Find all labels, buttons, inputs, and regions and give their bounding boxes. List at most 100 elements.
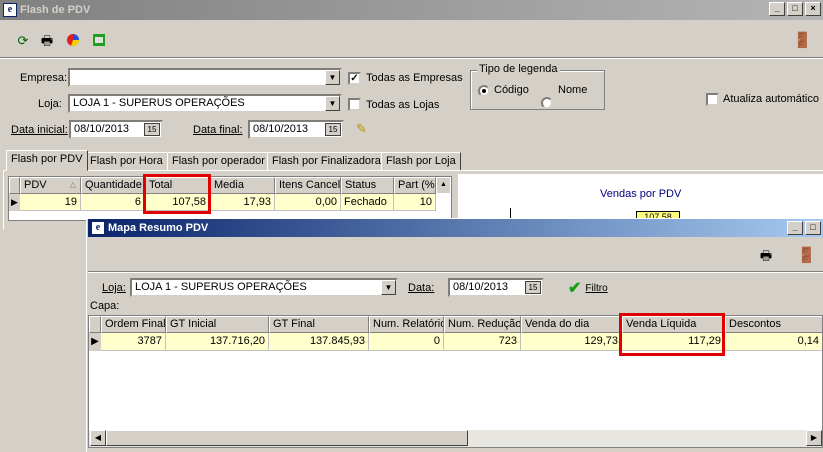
legend-codigo-radio[interactable] [478, 85, 490, 97]
grid-header-media[interactable]: Media [210, 177, 275, 194]
chart-icon[interactable] [64, 32, 82, 50]
grid-header-venda-liquida[interactable]: Venda Líquida [622, 316, 725, 333]
row-pointer-icon: ▶ [9, 194, 20, 211]
scroll-thumb[interactable] [106, 430, 468, 446]
filtro-button[interactable]: ✔ Filtro [568, 278, 608, 298]
loja-label: Loja: [38, 98, 62, 110]
data-inicial-field[interactable]: 08/10/2013 15 [69, 120, 163, 139]
table-cell[interactable]: 10 [394, 194, 436, 211]
grid-header-num-relatorio[interactable]: Num. Relatório [369, 316, 444, 333]
calendar-icon[interactable]: 15 [325, 123, 341, 136]
dialog-loja-combo[interactable]: LOJA 1 - SUPERUS OPERAÇÕES ▼ [130, 278, 398, 297]
tab-flash-por-hora[interactable]: Flash por Hora [85, 152, 168, 171]
table-cell[interactable]: 137.716,20 [166, 333, 269, 351]
grid-header-gt-inicial[interactable]: GT Inicial [166, 316, 269, 333]
data-final-value: 08/10/2013 [253, 123, 309, 135]
table-cell[interactable]: 107,58 [145, 194, 210, 211]
dialog-toolbar-divider [88, 271, 823, 273]
app-icon: e [91, 221, 105, 235]
tab-flash-por-pdv[interactable]: Flash por PDV [6, 150, 88, 171]
capa-label: Capa: [90, 300, 120, 312]
pencil-icon[interactable]: ✎ [356, 121, 367, 137]
minimize-button[interactable]: _ [787, 221, 803, 235]
table-cell[interactable]: 3787 [101, 333, 166, 351]
export-icon[interactable] [90, 32, 108, 50]
grid-header-part[interactable]: Part (%) [394, 177, 436, 194]
dialog-data-label: Data: [408, 282, 435, 294]
tab-flash-por-loja[interactable]: Flash por Loja [381, 152, 461, 171]
filtro-label: Filtro [585, 282, 608, 294]
main-titlebar: e Flash de PDV _ □ × [0, 0, 823, 20]
grid-header-venda-do-dia[interactable]: Venda do dia [521, 316, 622, 333]
legend-nome-label: Nome [558, 84, 588, 96]
calendar-icon[interactable]: 15 [144, 123, 160, 136]
table-cell[interactable]: 0,14 [725, 333, 822, 351]
print-icon[interactable]: 🖶 [38, 32, 56, 50]
table-cell[interactable]: Fechado [341, 194, 394, 211]
grid-header-pdv[interactable]: PDV △ [20, 177, 81, 194]
chevron-down-icon[interactable]: ▼ [325, 96, 340, 111]
minimize-button[interactable]: _ [769, 2, 785, 16]
table-cell[interactable]: 0 [369, 333, 444, 351]
grid-header-ordem-final[interactable]: Ordem Final [101, 316, 166, 333]
table-cell[interactable]: 6 [81, 194, 145, 211]
dialog-loja-value: LOJA 1 - SUPERUS OPERAÇÕES [135, 281, 307, 293]
calendar-icon[interactable]: 15 [525, 281, 541, 294]
empresa-combo[interactable]: ▼ [68, 68, 342, 87]
table-cell[interactable]: 17,93 [210, 194, 275, 211]
todas-empresas-checkbox[interactable]: ✓ [348, 72, 361, 85]
table-cell[interactable]: 723 [444, 333, 521, 351]
print-icon[interactable]: 🖶 [757, 247, 775, 265]
dialog-title: Mapa Resumo PDV [108, 222, 209, 234]
chart-title: Vendas por PDV [600, 188, 682, 200]
grid-indicator-header [9, 177, 20, 194]
legend-nome-radio[interactable] [541, 97, 553, 109]
close-button[interactable]: × [805, 2, 821, 16]
scroll-right-icon[interactable]: ▶ [806, 430, 822, 446]
maximize-button[interactable]: □ [787, 2, 803, 16]
table-cell[interactable]: 0,00 [275, 194, 341, 211]
table-cell[interactable]: 117,29 [622, 333, 725, 351]
grid-header-status[interactable]: Status [341, 177, 394, 194]
toolbar-divider [0, 57, 823, 59]
dialog-grid[interactable]: Ordem Final GT Inicial GT Final Num. Rel… [88, 315, 823, 448]
table-cell[interactable]: 19 [20, 194, 81, 211]
dialog-titlebar: e Mapa Resumo PDV _ □ [88, 219, 823, 237]
scroll-left-icon[interactable]: ◀ [90, 430, 106, 446]
exit-door-icon[interactable]: 🚪 [797, 247, 816, 265]
chevron-down-icon[interactable]: ▼ [325, 70, 340, 85]
grid-header-gt-final[interactable]: GT Final [269, 316, 369, 333]
close-button[interactable]: □ [805, 221, 821, 235]
table-cell[interactable]: 129,73 [521, 333, 622, 351]
grid-header-num-reducao[interactable]: Num. Redução [444, 316, 521, 333]
todas-empresas-label: Todas as Empresas [366, 72, 463, 84]
data-final-field[interactable]: 08/10/2013 15 [248, 120, 344, 139]
horizontal-scrollbar[interactable]: ◀ ▶ [89, 430, 822, 447]
chevron-down-icon[interactable]: ▼ [381, 280, 396, 295]
tab-flash-por-operador[interactable]: Flash por operador [167, 152, 270, 171]
dialog-data-value: 08/10/2013 [453, 281, 509, 293]
app-icon: e [3, 3, 17, 17]
scroll-up-icon[interactable]: ▲ [436, 177, 451, 194]
refresh-icon[interactable]: ⟳ [14, 32, 32, 50]
grid-header-descontos[interactable]: Descontos [725, 316, 822, 333]
atualiza-checkbox[interactable] [706, 93, 719, 106]
grid-header-itens-cancel[interactable]: Itens Cancel [275, 177, 341, 194]
dialog-loja-label: Loja: [102, 282, 126, 294]
todas-lojas-label: Todas as Lojas [366, 99, 440, 111]
empresa-label: Empresa: [20, 72, 68, 84]
dialog-data-field[interactable]: 08/10/2013 15 [448, 278, 544, 297]
main-window-title: Flash de PDV [20, 4, 91, 16]
data-final-label: Data final: [193, 124, 243, 136]
grid-header-quantidade[interactable]: Quantidade [81, 177, 145, 194]
todas-lojas-checkbox[interactable] [348, 98, 361, 111]
data-inicial-label: Data inicial: [11, 124, 68, 136]
loja-value: LOJA 1 - SUPERUS OPERAÇÕES [73, 97, 245, 109]
tab-flash-por-finalizadora[interactable]: Flash por Finalizadora [267, 152, 386, 171]
grid-header-total[interactable]: Total [145, 177, 210, 194]
legend-group-label: Tipo de legenda [477, 63, 560, 75]
loja-combo[interactable]: LOJA 1 - SUPERUS OPERAÇÕES ▼ [68, 94, 342, 113]
main-grid[interactable]: PDV △ Quantidade Total Media Itens Cancel… [8, 176, 452, 221]
exit-door-icon[interactable]: 🚪 [793, 32, 812, 50]
table-cell[interactable]: 137.845,93 [269, 333, 369, 351]
